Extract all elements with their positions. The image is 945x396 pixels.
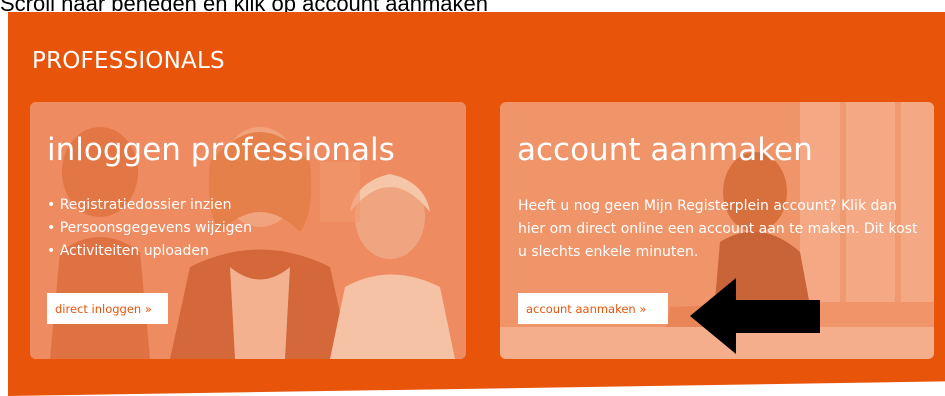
list-item: • Activiteiten uploaden xyxy=(47,243,209,259)
list-item: • Persoonsgegevens wijzigen xyxy=(47,220,252,236)
register-card-description: Heeft u nog geen Mijn Registerplein acco… xyxy=(518,198,918,260)
left-arrow-icon xyxy=(690,278,820,354)
login-feature-list: • Registratiedossier inzien • Persoonsge… xyxy=(47,194,252,263)
login-card-title: inloggen professionals xyxy=(47,132,395,168)
section-title: PROFESSIONALS xyxy=(32,48,225,74)
direct-login-button[interactable]: direct inloggen » xyxy=(47,293,168,324)
login-card: inloggen professionals • Registratiedoss… xyxy=(30,102,466,359)
register-card-title: account aanmaken xyxy=(517,132,813,168)
list-item: • Registratiedossier inzien xyxy=(47,197,232,213)
account-create-button[interactable]: account aanmaken » xyxy=(518,293,668,324)
